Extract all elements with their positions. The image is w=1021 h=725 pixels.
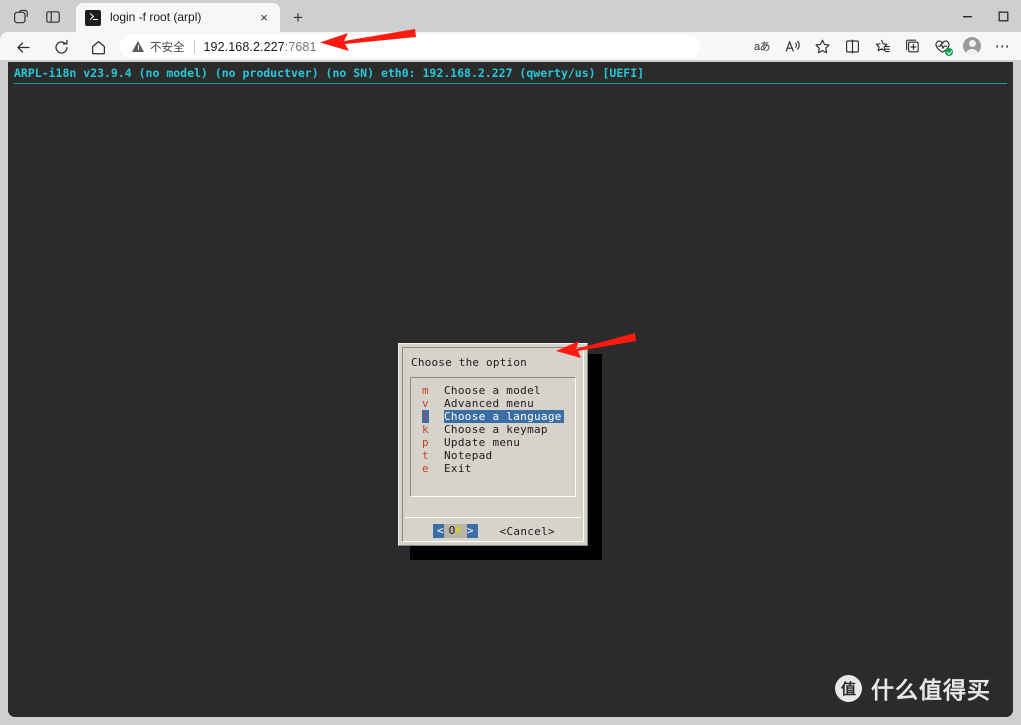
toolbar-icons: aあ ⋯ [747, 34, 1017, 58]
dialog-title: Choose the option [411, 356, 527, 369]
shortcut-key: m [422, 384, 429, 397]
menu-item-choose-a-keymap[interactable]: k Choose a keymap [422, 423, 573, 436]
window-controls [949, 0, 1021, 32]
back-arrow-icon[interactable] [10, 34, 36, 60]
menu-item-advanced-menu[interactable]: v Advanced menu [422, 397, 573, 410]
browser-tab[interactable]: login -f root (arpl) × [76, 3, 280, 32]
warning-triangle-icon [132, 41, 145, 52]
terminal-status-line: ARPL-i18n v23.9.4 (no model) (no product… [14, 66, 645, 80]
menu-item-update-menu[interactable]: p Update menu [422, 436, 573, 449]
ok-left-bracket: < [437, 524, 444, 537]
dialog-separator [405, 517, 581, 518]
verified-badge [945, 48, 953, 56]
menu-item-label: Advanced menu [444, 397, 534, 410]
ok-button[interactable]: < OK > [433, 524, 478, 538]
menu-item-label: Notepad [444, 449, 493, 462]
settings-more-icon[interactable]: ⋯ [987, 34, 1017, 58]
close-tab-button[interactable]: × [254, 8, 274, 28]
omnibox-divider [193, 39, 195, 54]
menu-listbox[interactable]: m Choose a model v Advanced menu l Choos… [410, 377, 576, 497]
arrow-to-url-bar [318, 27, 416, 53]
ok-letter-k: K [455, 524, 467, 538]
ok-right-bracket: > [466, 524, 474, 537]
omnibox-url-port: :7681 [284, 39, 317, 54]
title-bar: login -f root (arpl) × + [0, 0, 1021, 32]
reload-icon[interactable] [48, 34, 74, 60]
home-icon[interactable] [85, 34, 111, 60]
menu-item-notepad[interactable]: t Notepad [422, 449, 573, 462]
cancel-button[interactable]: <Cancel> [500, 525, 555, 538]
omnibox-url[interactable]: 192.168.2.227:7681 [204, 40, 317, 54]
arrow-to-choose-language [554, 332, 636, 360]
menu-item-label: Exit [444, 462, 472, 475]
minimize-button[interactable] [949, 0, 985, 32]
collections-icon[interactable] [897, 34, 927, 58]
menu-item-choose-a-model[interactable]: m Choose a model [422, 384, 573, 397]
copilot-icon[interactable] [10, 6, 32, 28]
choose-option-dialog: Choose the option m Choose a model v Adv… [398, 343, 588, 546]
maximize-button[interactable] [985, 0, 1021, 32]
omnibox-url-host: 192.168.2.227 [203, 39, 285, 54]
read-aloud-icon[interactable] [777, 34, 807, 58]
profile-avatar[interactable] [957, 34, 987, 58]
menu-item-exit[interactable]: e Exit [422, 462, 573, 475]
menu-item-label: Choose a keymap [444, 423, 548, 436]
terminal-icon [85, 9, 101, 26]
security-status-label: 不安全 [150, 41, 185, 54]
translate-icon[interactable]: aあ [747, 34, 777, 58]
menu-item-label: Choose a model [444, 384, 541, 397]
menu-item-label: Update menu [444, 436, 521, 449]
favorites-list-icon[interactable] [867, 34, 897, 58]
watermark-text: 什么值得买 [871, 678, 991, 704]
menu-item-choose-a-language[interactable]: l Choose a language [422, 410, 573, 423]
dialog-button-row: < OK > <Cancel> [399, 524, 589, 538]
shortcut-key: k [422, 423, 429, 436]
shortcut-key: e [422, 462, 429, 475]
smzdm-logo-icon: 值 [835, 674, 862, 702]
shortcut-key: v [422, 397, 429, 410]
page-viewport: ARPL-i18n v23.9.4 (no model) (no product… [8, 62, 1013, 717]
browser-window: login -f root (arpl) × + 不安全 192.168.2.2… [0, 0, 1021, 725]
watermark: 值 什么值得买 [835, 671, 991, 705]
browser-essentials-icon[interactable] [927, 34, 957, 58]
split-screen-icon[interactable] [837, 34, 867, 58]
shortcut-key: p [422, 436, 429, 449]
menu-item-label: Choose a language [444, 410, 564, 423]
favorite-star-icon[interactable] [807, 34, 837, 58]
tab-title: login -f root (arpl) [110, 10, 202, 24]
ok-letter-o: O [443, 524, 456, 538]
tab-search-icon[interactable] [42, 6, 64, 28]
new-tab-button[interactable]: + [286, 6, 310, 30]
shortcut-key: l [422, 410, 429, 423]
terminal-divider [14, 83, 1007, 84]
shortcut-key: t [422, 449, 429, 462]
menu-list: m Choose a model v Advanced menu l Choos… [422, 384, 573, 475]
navigation-toolbar: 不安全 192.168.2.227:7681 aあ ⋯ [0, 32, 1021, 60]
